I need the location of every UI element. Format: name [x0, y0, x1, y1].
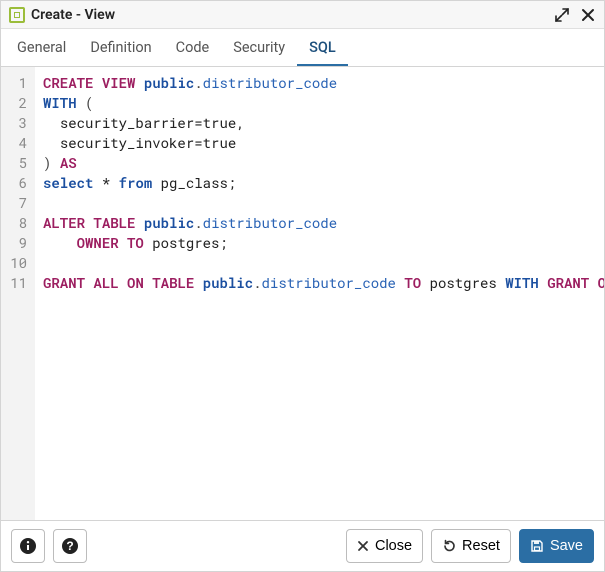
tab-general[interactable]: General	[5, 29, 78, 66]
dialog-title: Create - View	[31, 7, 554, 23]
tab-security[interactable]: Security	[221, 29, 297, 66]
code-line	[43, 253, 598, 273]
code-line: GRANT ALL ON TABLE public.distributor_co…	[43, 273, 598, 293]
save-button[interactable]: Save	[519, 529, 594, 563]
tab-sql[interactable]: SQL	[297, 29, 348, 66]
reset-button-label: Reset	[462, 538, 500, 554]
code-line	[43, 193, 598, 213]
info-button[interactable]	[11, 529, 45, 563]
help-button[interactable]: ?	[53, 529, 87, 563]
line-gutter: 1234567891011	[1, 67, 35, 520]
sql-editor: 1234567891011 CREATE VIEW public.distrib…	[1, 67, 604, 520]
dialog-create-view: Create - View GeneralDefinitionCodeSecur…	[0, 0, 605, 572]
code-area[interactable]: CREATE VIEW public.distributor_codeWITH …	[35, 67, 604, 520]
close-icon[interactable]	[580, 7, 596, 23]
titlebar: Create - View	[1, 1, 604, 29]
save-button-label: Save	[550, 538, 583, 554]
tab-bar: GeneralDefinitionCodeSecuritySQL	[1, 29, 604, 67]
code-line: ) AS	[43, 153, 598, 173]
maximize-icon[interactable]	[554, 7, 570, 23]
svg-text:?: ?	[66, 539, 73, 553]
tab-code[interactable]: Code	[164, 29, 222, 66]
code-line: OWNER TO postgres;	[43, 233, 598, 253]
close-button-label: Close	[375, 538, 412, 554]
code-line: security_barrier=true,	[43, 113, 598, 133]
code-line: WITH (	[43, 93, 598, 113]
close-button[interactable]: Close	[346, 529, 423, 563]
code-line: CREATE VIEW public.distributor_code	[43, 73, 598, 93]
dialog-footer: ? Close Reset Save	[1, 520, 604, 571]
code-line: security_invoker=true	[43, 133, 598, 153]
code-line: select * from pg_class;	[43, 173, 598, 193]
app-logo-icon	[9, 7, 25, 23]
tab-definition[interactable]: Definition	[78, 29, 163, 66]
reset-button[interactable]: Reset	[431, 529, 511, 563]
code-line: ALTER TABLE public.distributor_code	[43, 213, 598, 233]
